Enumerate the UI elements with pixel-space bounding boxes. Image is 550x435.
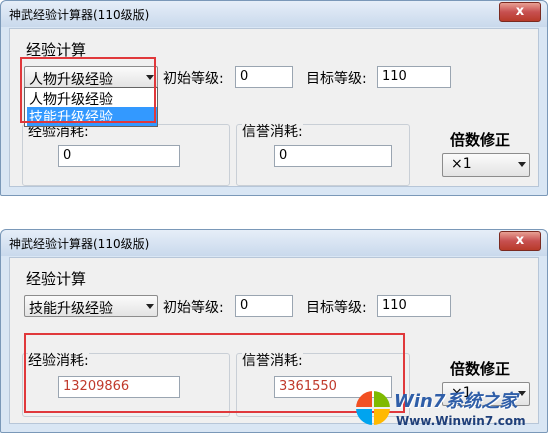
initial-level-value: 0: [240, 69, 249, 84]
multiplier-value: ×1: [451, 156, 472, 172]
target-level-value: 110: [382, 69, 407, 84]
exp-cost-field[interactable]: 0: [58, 145, 180, 167]
close-button[interactable]: x: [499, 231, 541, 251]
exp-cost-value: 0: [63, 148, 72, 163]
watermark: Win7系统之家 Www.Winwin7.com: [352, 385, 546, 433]
target-level-label: 目标等级:: [306, 71, 367, 87]
target-level-value: 110: [382, 298, 407, 313]
target-level-input[interactable]: 110: [377, 295, 451, 317]
highlight-box-dropdown: [20, 57, 156, 123]
multiplier-select[interactable]: ×1: [442, 153, 530, 177]
chevron-down-icon: [518, 162, 526, 167]
chevron-down-icon: [146, 304, 154, 309]
initial-level-input[interactable]: 0: [235, 295, 293, 317]
initial-level-value: 0: [240, 298, 249, 313]
credit-cost-label: 信誉消耗:: [242, 121, 303, 141]
initial-level-input[interactable]: 0: [235, 66, 293, 88]
windows-logo-icon: [356, 391, 390, 425]
watermark-brand: Win7系统之家: [394, 391, 518, 412]
window-title: 神武经验计算器(110级版): [9, 237, 150, 251]
window-title: 神武经验计算器(110级版): [9, 8, 150, 22]
multiplier-label: 倍数修正: [450, 131, 511, 149]
group-title: 经验计算: [26, 270, 87, 288]
target-level-input[interactable]: 110: [377, 66, 451, 88]
calc-mode-select[interactable]: 技能升级经验: [24, 295, 158, 317]
initial-level-label: 初始等级:: [163, 300, 224, 316]
title-bar[interactable]: 神武经验计算器(110级版) x: [1, 1, 547, 27]
watermark-url: Www.Winwin7.com: [396, 414, 526, 428]
credit-cost-value: 0: [279, 148, 288, 163]
close-button[interactable]: x: [499, 2, 541, 22]
target-level-label: 目标等级:: [306, 300, 367, 316]
credit-cost-field[interactable]: 0: [274, 145, 392, 167]
initial-level-label: 初始等级:: [163, 71, 224, 87]
title-bar[interactable]: 神武经验计算器(110级版) x: [1, 230, 547, 256]
multiplier-label: 倍数修正: [450, 360, 511, 378]
highlight-box-results: [24, 333, 405, 413]
calc-mode-value: 技能升级经验: [29, 301, 113, 317]
